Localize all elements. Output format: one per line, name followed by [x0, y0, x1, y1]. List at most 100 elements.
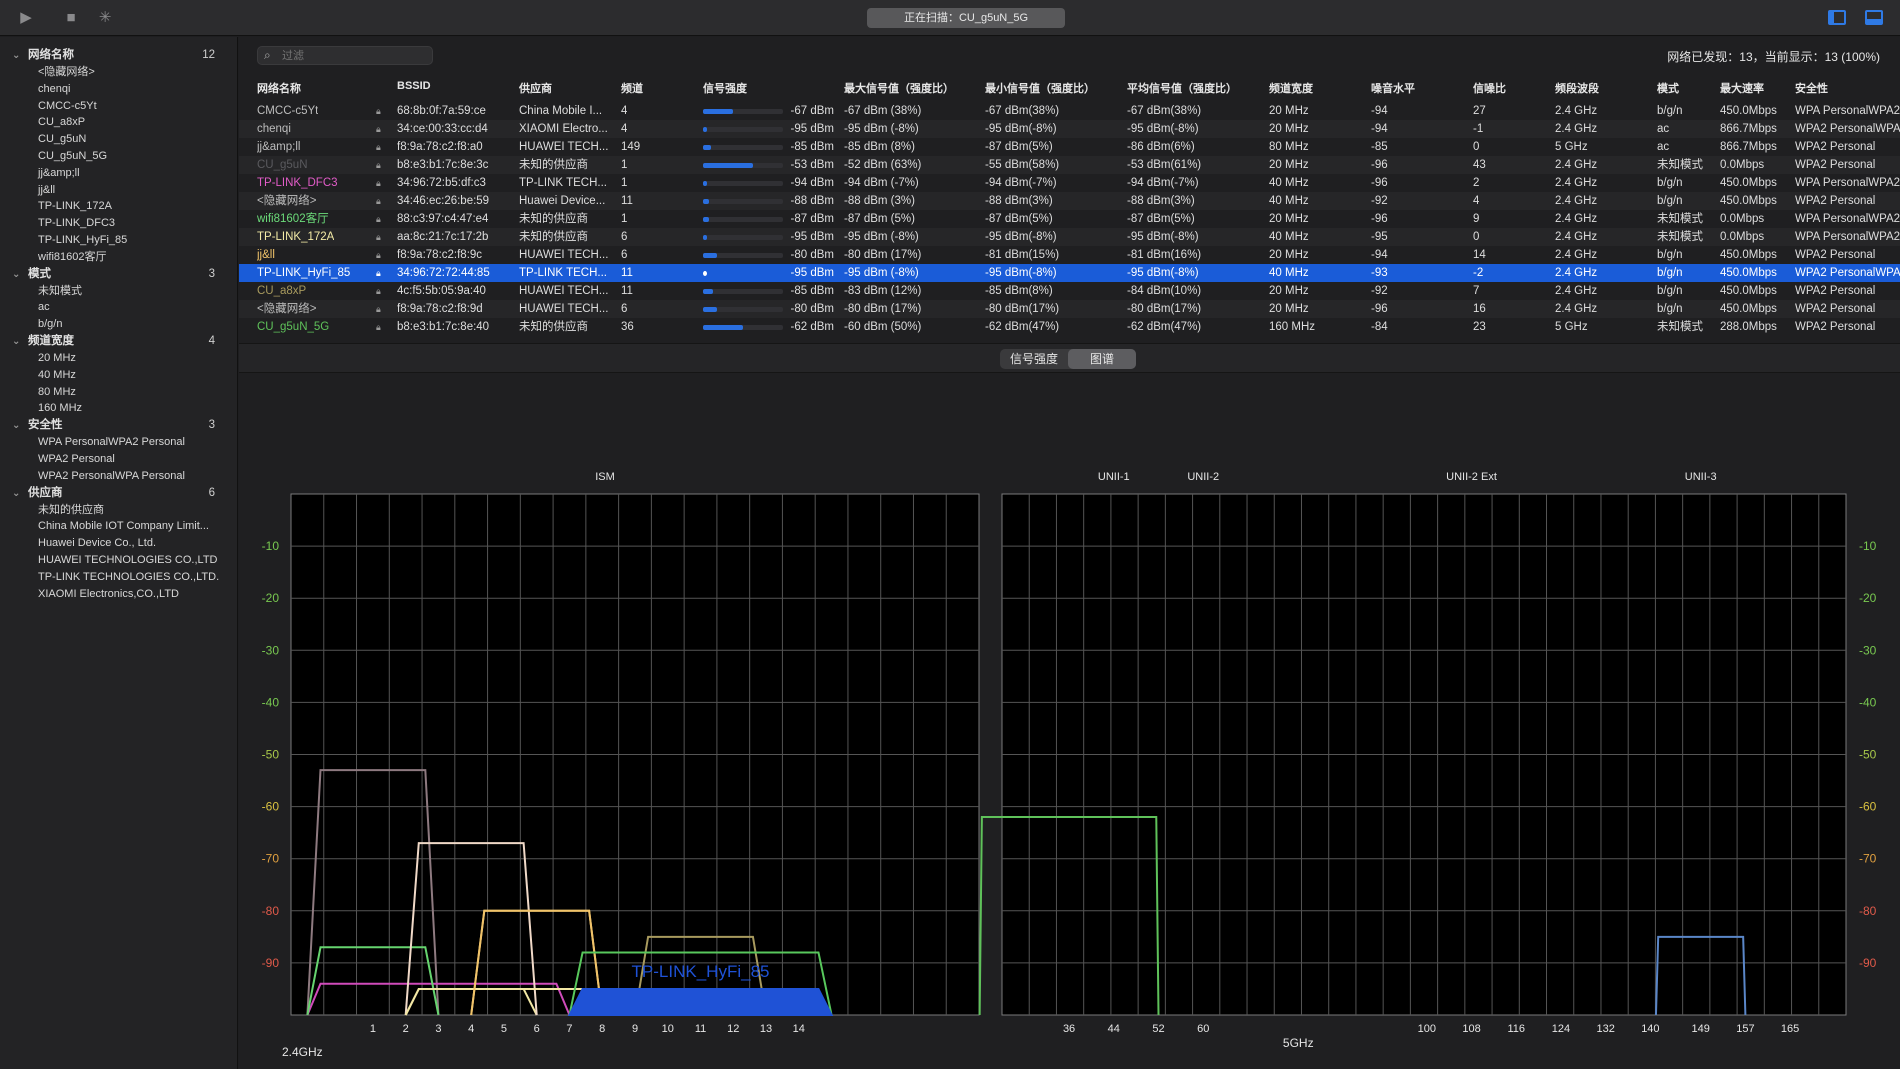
sidebar-group[interactable]: ⌄ 网络名称 12	[0, 47, 237, 64]
filter-input[interactable]	[282, 48, 422, 64]
sidebar-filter-item[interactable]: jj&amp;ll	[0, 165, 237, 182]
column-header[interactable]: 频道宽度	[1269, 80, 1313, 96]
sidebar-filter-item[interactable]: 160 MHz	[0, 400, 237, 417]
table-row[interactable]: chenqi 34:ce:00:33:cc:d4 XIAOMI Electro...…	[239, 120, 1900, 138]
mode: ac	[1657, 123, 1670, 135]
column-header[interactable]: 最小信号值（强度比）	[985, 80, 1095, 96]
channel-width: 40 MHz	[1269, 267, 1309, 279]
sidebar-filter-item[interactable]: 未知模式	[0, 283, 237, 300]
table-row[interactable]: <隐藏网络> 34:46:ec:26:be:59 Huawei Device... 1…	[239, 192, 1900, 210]
chevron-down-icon[interactable]: ⌄	[12, 47, 20, 64]
min-signal: -81 dBm(15%)	[985, 249, 1060, 261]
chevron-down-icon[interactable]: ⌄	[12, 417, 20, 434]
column-header[interactable]: 平均信号值（强度比）	[1127, 80, 1237, 96]
filter-field[interactable]: ⌕	[257, 46, 433, 65]
sidebar-filter-item[interactable]: CU_g5uN_5G	[0, 148, 237, 165]
column-header[interactable]: 频段波段	[1555, 80, 1599, 96]
column-header[interactable]: 最大信号值（强度比）	[844, 80, 954, 96]
segment-spectrum[interactable]: 图谱	[1068, 349, 1136, 369]
sidebar-filter-item[interactable]: TP-LINK_DFC3	[0, 215, 237, 232]
max-signal: -87 dBm (5%)	[844, 213, 915, 225]
column-header[interactable]: BSSID	[397, 80, 431, 92]
column-header[interactable]: 最大速率	[1720, 80, 1764, 96]
sidebar-filter-item[interactable]: CU_a8xP	[0, 114, 237, 131]
x-axis-label: 2.4GHz	[282, 1045, 323, 1059]
snr: 9	[1473, 213, 1480, 225]
sidebar-filter-item[interactable]: TP-LINK TECHNOLOGIES CO.,LTD.	[0, 569, 237, 586]
segment-signal-strength[interactable]: 信号强度	[1000, 349, 1068, 369]
sidebar-filter-item[interactable]: <隐藏网络>	[0, 64, 237, 81]
chevron-down-icon[interactable]: ⌄	[12, 333, 20, 350]
column-header[interactable]: 模式	[1657, 80, 1679, 96]
sidebar-filter-item[interactable]: China Mobile IOT Company Limit...	[0, 518, 237, 535]
security: WPA2 PersonalWPA Personal	[1795, 123, 1900, 135]
channel: 149	[621, 141, 641, 153]
lock-icon: 🔒︎	[376, 196, 381, 206]
sidebar-filter-item[interactable]: b/g/n	[0, 316, 237, 333]
column-header[interactable]: 供应商	[519, 80, 552, 96]
mode: b/g/n	[1657, 303, 1683, 315]
sidebar-filter-item[interactable]: Huawei Device Co., Ltd.	[0, 535, 237, 552]
sidebar-filter-item[interactable]: 80 MHz	[0, 384, 237, 401]
x-tick-label: 157	[1736, 1023, 1754, 1035]
table-row[interactable]: TP-LINK_DFC3 34:96:72:b5:df:c3 TP-LINK TEC…	[239, 174, 1900, 192]
sidebar-filter-item[interactable]: 未知的供应商	[0, 502, 237, 519]
network-table: CMCC-c5Yt 68:8b:0f:7a:59:ce China Mobile I…	[239, 102, 1900, 336]
sidebar-filter-item[interactable]: WPA PersonalWPA2 Personal	[0, 434, 237, 451]
max-rate: 0.0Mbps	[1720, 213, 1765, 225]
stop-icon[interactable]: ■	[61, 8, 81, 28]
sidebar-filter-item[interactable]: 40 MHz	[0, 367, 237, 384]
band-label: UNII-2	[1187, 471, 1219, 483]
bottom-panel-toggle-icon[interactable]	[1865, 10, 1883, 25]
column-header[interactable]: 信噪比	[1473, 80, 1506, 96]
chevron-down-icon[interactable]: ⌄	[12, 266, 20, 283]
sidebar-group[interactable]: ⌄ 供应商 6	[0, 485, 237, 502]
security: WPA2 PersonalWPA Personal	[1795, 267, 1900, 279]
chevron-down-icon[interactable]: ⌄	[12, 485, 20, 502]
table-row[interactable]: CMCC-c5Yt 68:8b:0f:7a:59:ce China Mobile I…	[239, 102, 1900, 120]
sidebar-filter-item[interactable]: TP-LINK_172A	[0, 198, 237, 215]
sidebar-filter-item[interactable]: WPA2 PersonalWPA Personal	[0, 468, 237, 485]
signal-strength-fill	[703, 235, 707, 240]
column-header[interactable]: 安全性	[1795, 80, 1828, 96]
table-row[interactable]: CU_g5uN b8:e3:b1:7c:8e:3c 未知的供应商 1 -53 dBm -5…	[239, 156, 1900, 174]
sidebar-filter-item[interactable]: XIAOMI Electronics,CO.,LTD	[0, 586, 237, 603]
column-header[interactable]: 网络名称	[257, 80, 301, 96]
column-header[interactable]: 噪音水平	[1371, 80, 1415, 96]
sidebar-toggle-icon[interactable]	[1828, 10, 1846, 25]
sidebar-group[interactable]: ⌄ 频道宽度 4	[0, 333, 237, 350]
sidebar-filter-item[interactable]: ac	[0, 299, 237, 316]
sidebar-filter-item[interactable]: CMCC-c5Yt	[0, 98, 237, 115]
y-tick-label: -40	[1859, 695, 1877, 709]
signal-strength-bar	[703, 271, 783, 276]
sidebar-filter-item[interactable]: 20 MHz	[0, 350, 237, 367]
table-row[interactable]: jj&amp;ll f8:9a:78:c2:f8:a0 HUAWEI TECH...…	[239, 138, 1900, 156]
table-row[interactable]: jj&ll f8:9a:78:c2:f8:9c HUAWEI TECH... 6 -80…	[239, 246, 1900, 264]
table-row[interactable]: CU_g5uN_5G b8:e3:b1:7c:8e:40 未知的供应商 36 -62 d…	[239, 318, 1900, 336]
table-row[interactable]: TP-LINK_HyFi_85 34:96:72:72:44:85 TP-LINK …	[239, 264, 1900, 282]
sidebar-filter-item[interactable]: wifi81602客厅	[0, 249, 237, 266]
sidebar-filter-item[interactable]: HUAWEI TECHNOLOGIES CO.,LTD	[0, 552, 237, 569]
sidebar-filter-item[interactable]: TP-LINK_HyFi_85	[0, 232, 237, 249]
x-tick-label: 3	[435, 1023, 441, 1035]
table-row[interactable]: TP-LINK_172A aa:8c:21:7c:17:2b 未知的供应商 6 -95 …	[239, 228, 1900, 246]
view-switcher-bar: 信号强度 图谱	[239, 343, 1900, 373]
min-signal: -87 dBm(5%)	[985, 141, 1053, 153]
table-row[interactable]: <隐藏网络> f8:9a:78:c2:f8:9d HUAWEI TECH... 6 -8…	[239, 300, 1900, 318]
column-header[interactable]: 频道	[621, 80, 643, 96]
signal-strength-bar	[703, 235, 783, 240]
sidebar-filter-item[interactable]: WPA2 Personal	[0, 451, 237, 468]
band: 2.4 GHz	[1555, 177, 1598, 189]
sidebar-group[interactable]: ⌄ 安全性 3	[0, 417, 237, 434]
sidebar-group[interactable]: ⌄ 模式 3	[0, 266, 237, 283]
column-header[interactable]: 信号强度	[703, 80, 747, 96]
table-row[interactable]: CU_a8xP 4c:f5:5b:05:9a:40 HUAWEI TECH... 11…	[239, 282, 1900, 300]
view-segmented-control[interactable]: 信号强度 图谱	[1000, 349, 1136, 369]
sidebar-filter-item[interactable]: CU_g5uN	[0, 131, 237, 148]
sidebar-filter-item[interactable]: chenqi	[0, 81, 237, 98]
mode: b/g/n	[1657, 105, 1683, 117]
play-icon[interactable]: ▶	[16, 8, 36, 28]
table-row[interactable]: wifi81602客厅 88:c3:97:c4:47:e4 未知的供应商 1 -87 d…	[239, 210, 1900, 228]
x-tick-label: 52	[1152, 1023, 1164, 1035]
sidebar-filter-item[interactable]: jj&ll	[0, 182, 237, 199]
